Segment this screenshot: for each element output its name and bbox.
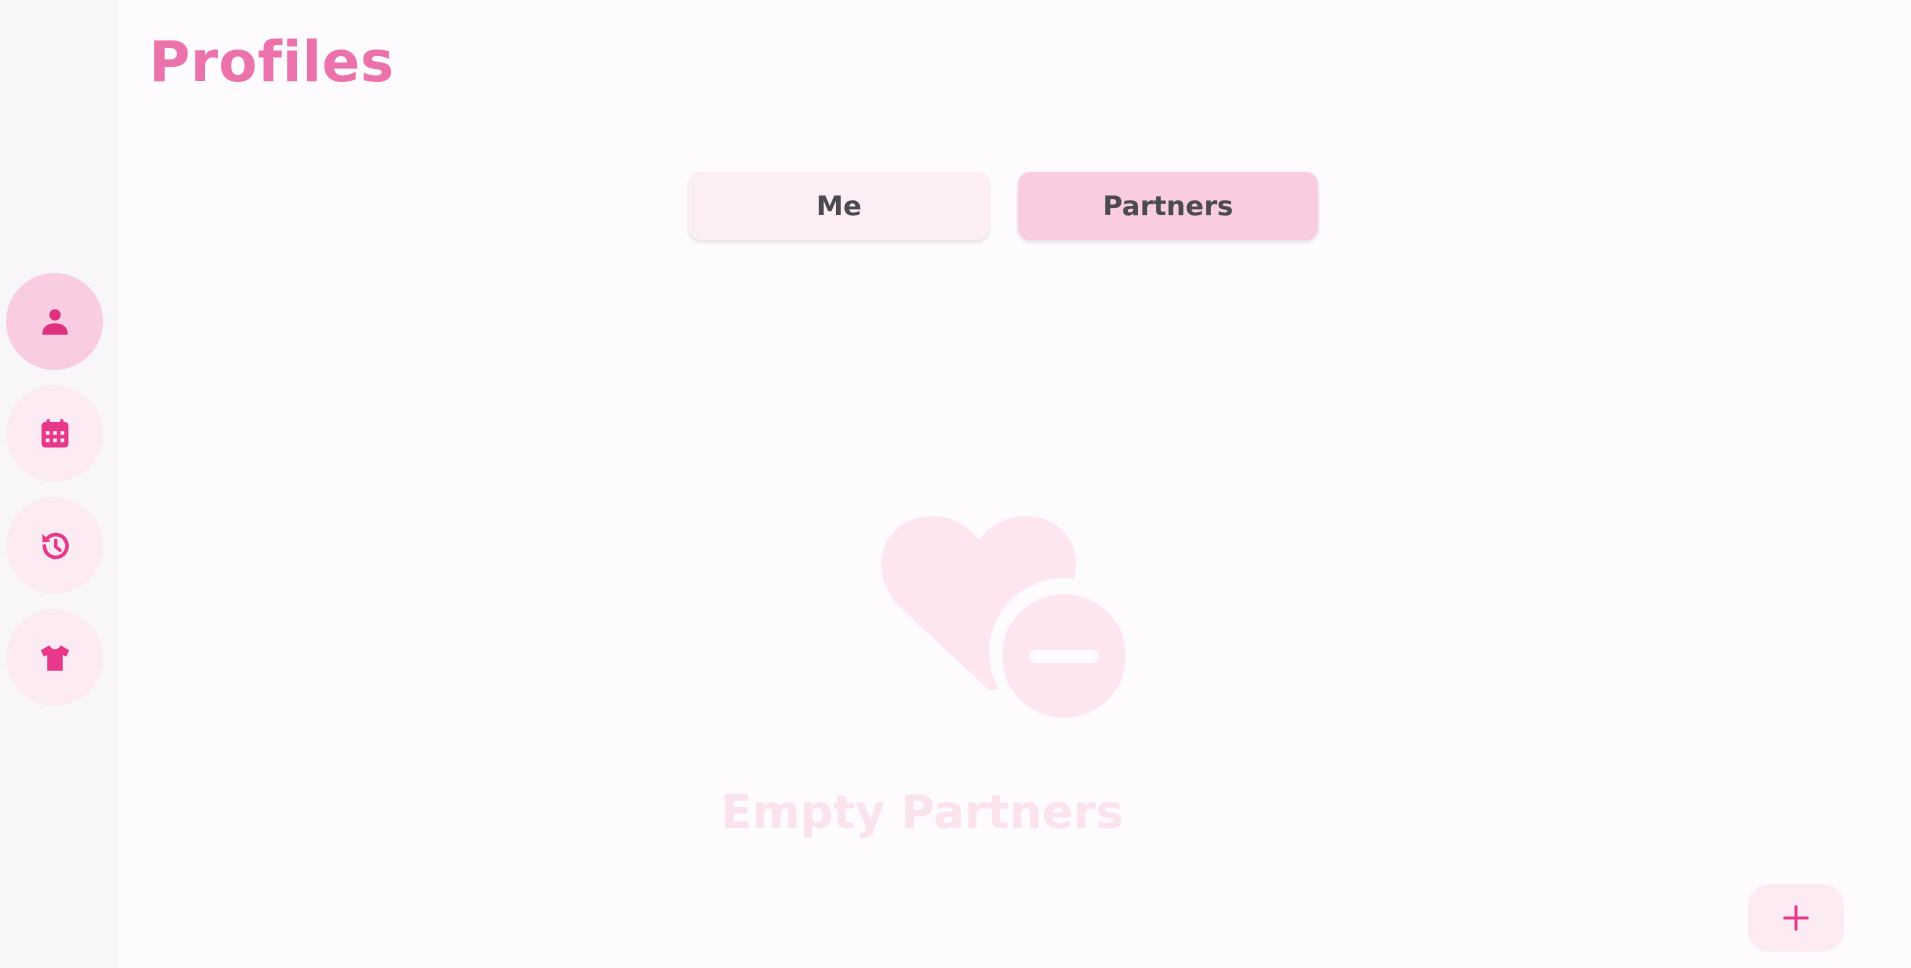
calendar-icon	[41, 418, 68, 447]
add-partner-button[interactable]	[1748, 884, 1844, 952]
history-icon	[41, 532, 69, 559]
plus-icon	[1783, 905, 1809, 931]
tab-partners[interactable]: Partners	[1018, 172, 1318, 240]
heart-remove-icon	[881, 516, 1139, 725]
main-content: Profiles Me Partners Empty Partners	[119, 0, 1911, 968]
nav-calendar-button[interactable]	[6, 385, 103, 482]
app-window: Profiles Me Partners Empty Partners	[0, 0, 1911, 968]
person-icon	[41, 308, 68, 335]
empty-state-message: Empty Partners	[720, 785, 1124, 839]
shirt-icon	[40, 644, 69, 671]
nav-history-button[interactable]	[6, 497, 103, 594]
nav-wardrobe-button[interactable]	[6, 609, 103, 706]
page-title: Profiles	[149, 30, 395, 95]
tab-me[interactable]: Me	[689, 172, 989, 240]
nav-profiles-button[interactable]	[6, 273, 103, 370]
navigation-rail	[0, 0, 119, 968]
